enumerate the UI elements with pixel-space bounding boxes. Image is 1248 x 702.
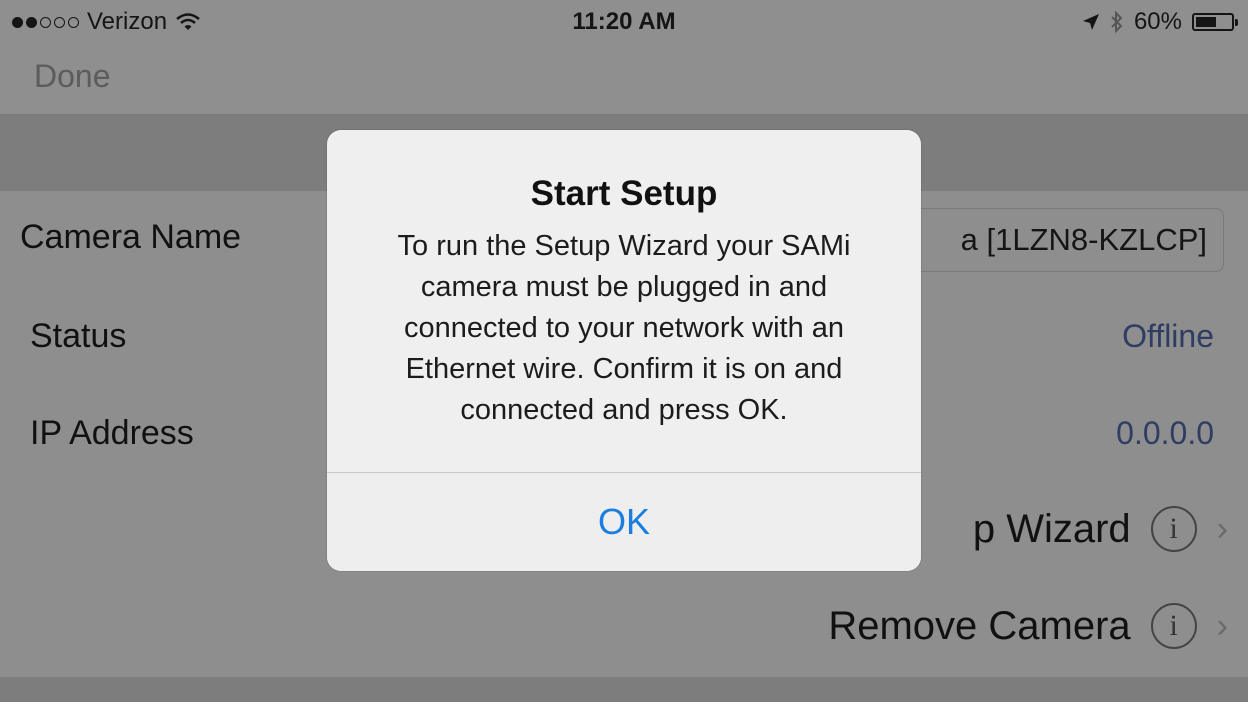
done-button[interactable]: Done xyxy=(34,58,111,95)
clock: 11:20 AM xyxy=(572,8,676,35)
ip-address-value: 0.0.0.0 xyxy=(1116,415,1214,451)
ip-address-label: IP Address xyxy=(30,414,194,452)
navigation-bar: Done xyxy=(0,44,1248,115)
camera-name-label: Camera Name xyxy=(20,218,242,256)
chevron-right-icon: › xyxy=(1216,509,1228,548)
info-icon[interactable]: i xyxy=(1150,506,1197,552)
alert-message-line: Ethernet wire. Confirm it is on and xyxy=(405,353,843,385)
info-icon[interactable]: i xyxy=(1150,603,1197,649)
setup-wizard-label: p Wizard xyxy=(972,506,1131,551)
alert-message-line: connected to your network with an xyxy=(403,312,845,344)
battery-icon xyxy=(1192,13,1238,31)
alert-message-line: camera must be plugged in and xyxy=(420,271,828,303)
status-bar: Verizon 11:20 AM 60% xyxy=(0,0,1248,44)
status-indicators: 60% xyxy=(1082,8,1238,36)
status-label: Status xyxy=(30,317,127,355)
alert-message-line: connected and press OK. xyxy=(460,394,788,426)
setup-wizard-row[interactable]: p Wizard i › xyxy=(973,506,1228,552)
bluetooth-icon xyxy=(1111,11,1123,33)
chevron-right-icon: › xyxy=(1216,606,1228,645)
section-footer xyxy=(0,677,1248,702)
start-setup-alert: Start Setup To run the Setup Wizard your… xyxy=(327,130,921,571)
alert-message-line: To run the Setup Wizard your SAMi xyxy=(397,230,851,262)
remove-camera-label: Remove Camera xyxy=(828,603,1131,648)
ok-button[interactable]: OK xyxy=(327,473,921,571)
status-value: Offline xyxy=(1122,318,1214,354)
battery-percent: 60% xyxy=(1133,8,1182,35)
alert-title: Start Setup xyxy=(530,174,718,213)
alert-message: To run the Setup Wizard your SAMi camera… xyxy=(327,226,921,431)
remove-camera-row[interactable]: Remove Camera i › xyxy=(828,603,1228,649)
location-arrow-icon xyxy=(1082,14,1099,30)
